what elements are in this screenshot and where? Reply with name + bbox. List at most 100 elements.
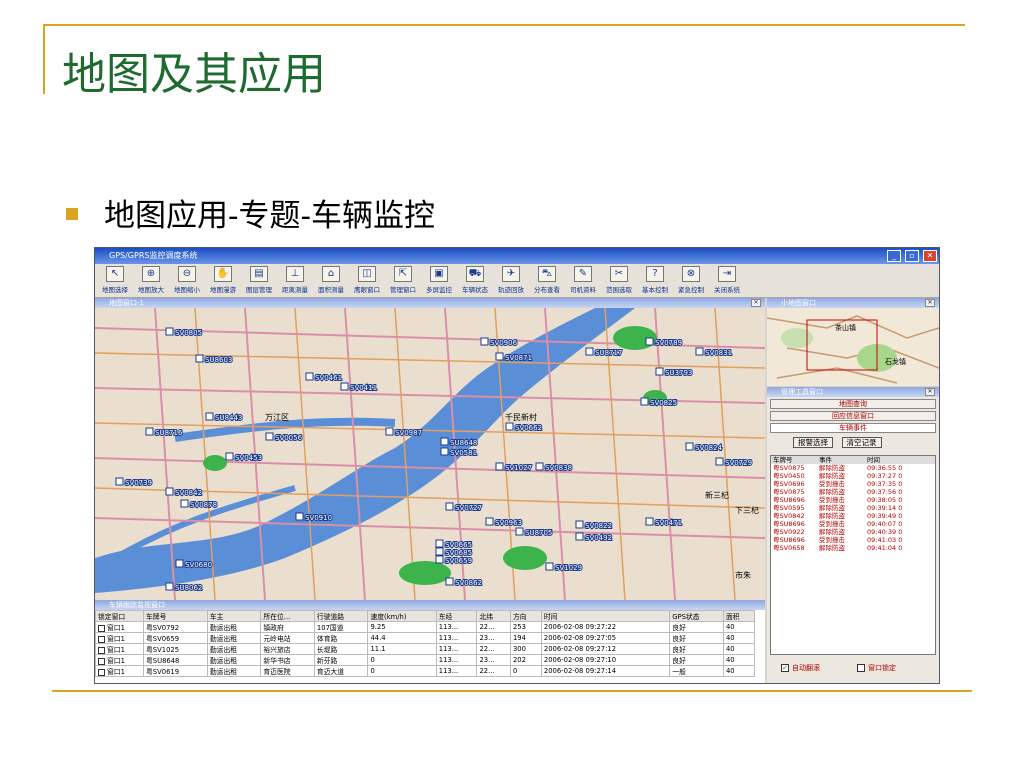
vehicle-label[interactable]: SV0411 [349, 383, 378, 393]
toolbar-button-14[interactable]: ✂ 范围选取 [601, 264, 637, 297]
toolbar-button-12[interactable]: ⛍ 分布查看 [529, 264, 565, 297]
alarm-select-button[interactable]: 报警选择 [793, 437, 833, 448]
vehicle-label[interactable]: SV0685 [444, 548, 473, 558]
vehicle-icon[interactable] [640, 397, 649, 406]
toolwin-close-icon[interactable]: ✕ [925, 388, 935, 396]
eagle-eye-window[interactable]: 小地图窗口 ✕ 茶山镇 石龙镇 [766, 298, 939, 386]
vehicle-icon[interactable] [440, 437, 449, 446]
vehicle-label[interactable]: SV0825 [649, 398, 678, 408]
toolbar-button-17[interactable]: ⇥ 关闭系统 [709, 264, 745, 297]
vehicle-label[interactable]: SV1029 [554, 563, 583, 573]
vehicle-label[interactable]: SV0831 [704, 348, 733, 358]
toolbar-button-3[interactable]: ✋ 地图漫游 [205, 264, 241, 297]
vehicle-icon[interactable] [265, 432, 274, 441]
vehicle-label[interactable]: SV1027 [504, 463, 533, 473]
vehicle-icon[interactable] [495, 462, 504, 471]
event-table[interactable]: 车牌号 事件 时间 粤SV0875 解除防盗 09:36:55 0 粤SV0450 解除… [770, 455, 936, 655]
toolbar-button-9[interactable]: ▣ 多屏监控 [421, 264, 457, 297]
event-row[interactable]: 粤SV0875 解除防盗 09:36:55 0 [771, 464, 935, 472]
vehicle-icon[interactable] [115, 477, 124, 486]
toolbar-button-8[interactable]: ⇱ 管理窗口 [385, 264, 421, 297]
lock-checkbox-icon[interactable] [98, 624, 105, 632]
toolbar-button-13[interactable]: ✎ 司机资料 [565, 264, 601, 297]
event-row[interactable]: 粤SV0450 解除防盗 09:37:27 0 [771, 472, 935, 480]
vehicle-icon[interactable] [175, 559, 184, 568]
overview-map[interactable]: 茶山镇 石龙镇 [766, 308, 939, 386]
vehicle-icon[interactable] [205, 412, 214, 421]
vehicle-label[interactable]: SU8648 [449, 438, 478, 448]
toolbar-button-4[interactable]: ▤ 图层管理 [241, 264, 277, 297]
vehicle-label[interactable]: SV0581 [449, 448, 478, 458]
vehicle-icon[interactable] [535, 462, 544, 471]
vehicle-icon[interactable] [645, 337, 654, 346]
toolbar-button-2[interactable]: ⊖ 地图缩小 [169, 264, 205, 297]
table-row[interactable]: 窗口1 粤SV0619 勤运出租 育迈医院 育迈大道 0 113... 22... 0 2006-… [95, 665, 756, 677]
vehicle-icon[interactable] [685, 442, 694, 451]
toolbar-button-1[interactable]: ⊕ 地图放大 [133, 264, 169, 297]
map-query-button[interactable]: 地图查询 [770, 399, 936, 409]
vehicle-label[interactable]: SV0842 [174, 488, 203, 498]
vehicle-label[interactable]: SV0963 [494, 518, 523, 528]
vehicle-label[interactable]: SV0910 [304, 513, 333, 523]
vehicle-icon[interactable] [575, 520, 584, 529]
event-row[interactable]: 粤SV0696 受到撞击 09:37:35 0 [771, 480, 935, 488]
vehicle-icon[interactable] [585, 347, 594, 356]
vehicle-icon[interactable] [165, 327, 174, 336]
vehicle-label[interactable]: SU8717 [594, 348, 623, 358]
vehicle-icon[interactable] [340, 382, 349, 391]
vehicle-icon[interactable] [495, 352, 504, 361]
vehicle-label[interactable]: SV0871 [504, 353, 533, 363]
vehicle-icon[interactable] [545, 562, 554, 571]
lock-checkbox-icon[interactable] [98, 635, 105, 643]
vehicle-icon[interactable] [505, 422, 514, 431]
vehicle-icon[interactable] [145, 427, 154, 436]
vehicle-label[interactable]: SV0492 [584, 533, 613, 543]
clear-records-button[interactable]: 清空记录 [841, 437, 882, 448]
window-lock-checkbox[interactable]: 窗口锁定 [857, 663, 896, 673]
vehicle-label[interactable]: SV0461 [314, 373, 343, 383]
vehicle-label[interactable]: SV0680 [184, 560, 213, 570]
vehicle-icon[interactable] [655, 367, 664, 376]
vehicle-label[interactable]: SV0659 [444, 556, 473, 566]
map-close-icon[interactable]: ✕ [751, 299, 761, 307]
vehicle-label[interactable]: SU3793 [664, 368, 693, 378]
vehicle-icon[interactable] [515, 527, 524, 536]
vehicle-icon[interactable] [695, 347, 704, 356]
vehicle-label[interactable]: SV0056 [274, 433, 304, 443]
event-row[interactable]: 粤SU8696 受到撞击 09:38:05 0 [771, 496, 935, 504]
lock-checkbox-icon[interactable] [98, 646, 105, 654]
event-row[interactable]: 粤SV0658 解除防盗 09:41:04 0 [771, 544, 935, 552]
table-row[interactable]: 窗口1 粤SV0792 勤运出租 镇政府 107国道 9.25 113... 22... 253… [95, 621, 756, 633]
vehicle-label[interactable]: SV0822 [584, 521, 613, 531]
vehicle-label[interactable]: SV0987 [394, 428, 423, 438]
auto-scroll-checkbox[interactable]: ✓ 自动翻滚 [781, 663, 820, 673]
vehicle-label[interactable]: SV0862 [454, 578, 483, 588]
vehicle-label[interactable]: SV0727 [454, 503, 483, 513]
lock-checkbox-icon[interactable] [98, 657, 105, 665]
toolbar-button-6[interactable]: ⌂ 面积测量 [313, 264, 349, 297]
event-row[interactable]: 粤SV0595 解除防盗 09:39:14 0 [771, 504, 935, 512]
close-icon[interactable]: ✕ [923, 250, 937, 262]
vehicle-label[interactable]: SV0805 [174, 328, 203, 338]
vehicle-icon[interactable] [445, 502, 454, 511]
table-row[interactable]: 窗口1 粤SU8648 勤运出租 新华书店 新芬路 0 113... 23... 202 2006… [95, 654, 756, 666]
map-window[interactable]: 地图窗口-1 ✕ SV0805 SU8603 SV0461 SV0411 SU8443 S… [95, 298, 765, 600]
vehicle-icon[interactable] [445, 577, 454, 586]
event-row[interactable]: 粤SU8696 受到撞击 09:40:07 0 [771, 520, 935, 528]
vehicle-label[interactable]: SV0789 [654, 338, 683, 348]
vehicle-icon[interactable] [480, 337, 489, 346]
vehicle-label[interactable]: SV0665 [444, 540, 473, 550]
toolbar-button-16[interactable]: ⊗ 紧急控制 [673, 264, 709, 297]
vehicle-icon[interactable] [195, 354, 204, 363]
vehicle-icon[interactable] [715, 457, 724, 466]
vehicle-icon[interactable] [165, 487, 174, 496]
vehicle-icon[interactable] [575, 532, 584, 541]
vehicle-label[interactable]: SV0878 [189, 500, 218, 510]
vehicle-label[interactable]: SV0453 [234, 453, 263, 463]
event-row[interactable]: 粤SV0842 解除防盗 09:39:49 0 [771, 512, 935, 520]
vehicle-events-button[interactable]: 车辆事件 [770, 423, 936, 433]
maximize-icon[interactable]: ▫ [905, 250, 919, 262]
vehicle-icon[interactable] [435, 555, 444, 564]
vehicle-icon[interactable] [485, 517, 494, 526]
vehicle-icon[interactable] [385, 427, 394, 436]
